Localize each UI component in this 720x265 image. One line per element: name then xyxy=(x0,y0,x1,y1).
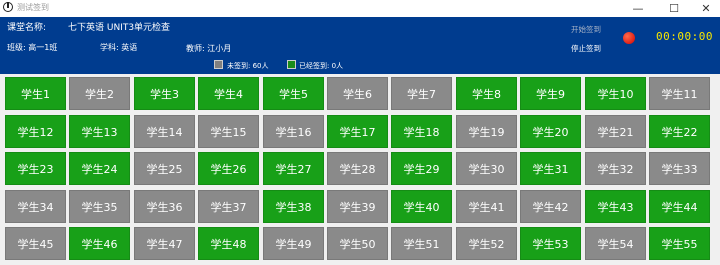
student-tile[interactable]: 学生6 xyxy=(327,77,388,110)
absent-count: 未签到: 60人 xyxy=(227,62,269,70)
student-tile[interactable]: 学生51 xyxy=(391,227,452,260)
teacher-info: 教师: 江小月 xyxy=(186,44,232,53)
student-tile[interactable]: 学生4 xyxy=(198,77,259,110)
maximize-button[interactable]: ☐ xyxy=(656,0,692,17)
student-tile[interactable]: 学生8 xyxy=(456,77,517,110)
student-tile[interactable]: 学生45 xyxy=(5,227,66,260)
window-title: 测试签到 xyxy=(17,3,49,12)
course-name: 七下英语 UNIT3单元检查 xyxy=(68,23,171,33)
app-power-icon xyxy=(3,2,13,12)
student-tile[interactable]: 学生10 xyxy=(585,77,646,110)
student-tile[interactable]: 学生32 xyxy=(585,152,646,185)
student-tile[interactable]: 学生17 xyxy=(327,115,388,148)
present-legend-swatch xyxy=(287,60,296,69)
student-tile[interactable]: 学生20 xyxy=(520,115,581,148)
start-checkin-button[interactable]: 开始签到 xyxy=(571,24,601,35)
student-tile[interactable]: 学生35 xyxy=(69,190,130,223)
student-tile[interactable]: 学生19 xyxy=(456,115,517,148)
student-tile[interactable]: 学生3 xyxy=(134,77,195,110)
student-tile[interactable]: 学生40 xyxy=(391,190,452,223)
student-tile[interactable]: 学生15 xyxy=(198,115,259,148)
course-label: 课堂名称: xyxy=(7,23,47,33)
student-tile[interactable]: 学生37 xyxy=(198,190,259,223)
student-tile[interactable]: 学生27 xyxy=(263,152,324,185)
student-tile[interactable]: 学生41 xyxy=(456,190,517,223)
header-panel: 课堂名称: 七下英语 UNIT3单元检查 班级: 高一1班 学科: 英语 教师:… xyxy=(0,17,720,74)
student-tile[interactable]: 学生12 xyxy=(5,115,66,148)
student-tile[interactable]: 学生36 xyxy=(134,190,195,223)
absent-legend-swatch xyxy=(214,60,223,69)
student-tile[interactable]: 学生50 xyxy=(327,227,388,260)
student-tile[interactable]: 学生49 xyxy=(263,227,324,260)
student-tile[interactable]: 学生11 xyxy=(649,77,710,110)
student-tile[interactable]: 学生42 xyxy=(520,190,581,223)
student-tile[interactable]: 学生21 xyxy=(585,115,646,148)
student-tile[interactable]: 学生18 xyxy=(391,115,452,148)
minimize-button[interactable]: — xyxy=(620,0,656,17)
close-button[interactable]: ✕ xyxy=(688,0,720,17)
student-tile[interactable]: 学生43 xyxy=(585,190,646,223)
student-tile[interactable]: 学生39 xyxy=(327,190,388,223)
student-tile[interactable]: 学生54 xyxy=(585,227,646,260)
student-tile[interactable]: 学生44 xyxy=(649,190,710,223)
class-info: 班级: 高一1班 xyxy=(7,43,58,52)
student-tile[interactable]: 学生30 xyxy=(456,152,517,185)
student-tile[interactable]: 学生22 xyxy=(649,115,710,148)
subject-info: 学科: 英语 xyxy=(100,43,138,52)
student-tile[interactable]: 学生7 xyxy=(391,77,452,110)
student-tile[interactable]: 学生31 xyxy=(520,152,581,185)
title-bar: 测试签到 — ☐ ✕ xyxy=(0,0,720,17)
student-tile[interactable]: 学生47 xyxy=(134,227,195,260)
recording-indicator-icon xyxy=(623,32,635,44)
student-tile[interactable]: 学生2 xyxy=(69,77,130,110)
student-tile[interactable]: 学生52 xyxy=(456,227,517,260)
student-tile[interactable]: 学生34 xyxy=(5,190,66,223)
stop-checkin-button[interactable]: 停止签到 xyxy=(571,43,601,54)
student-tile[interactable]: 学生33 xyxy=(649,152,710,185)
student-tile[interactable]: 学生5 xyxy=(263,77,324,110)
student-tile[interactable]: 学生23 xyxy=(5,152,66,185)
student-tile[interactable]: 学生28 xyxy=(327,152,388,185)
student-tile[interactable]: 学生53 xyxy=(520,227,581,260)
elapsed-timer: 00:00:00 xyxy=(656,30,713,43)
present-count: 已经签到: 0人 xyxy=(299,62,344,70)
student-tile[interactable]: 学生16 xyxy=(263,115,324,148)
student-tile[interactable]: 学生38 xyxy=(263,190,324,223)
student-tile[interactable]: 学生14 xyxy=(134,115,195,148)
student-tile[interactable]: 学生25 xyxy=(134,152,195,185)
student-tile[interactable]: 学生29 xyxy=(391,152,452,185)
student-tile[interactable]: 学生55 xyxy=(649,227,710,260)
student-tile[interactable]: 学生13 xyxy=(69,115,130,148)
student-tile[interactable]: 学生46 xyxy=(69,227,130,260)
student-tile[interactable]: 学生1 xyxy=(5,77,66,110)
student-tile[interactable]: 学生9 xyxy=(520,77,581,110)
student-tile[interactable]: 学生24 xyxy=(69,152,130,185)
student-tile[interactable]: 学生26 xyxy=(198,152,259,185)
student-tile[interactable]: 学生48 xyxy=(198,227,259,260)
